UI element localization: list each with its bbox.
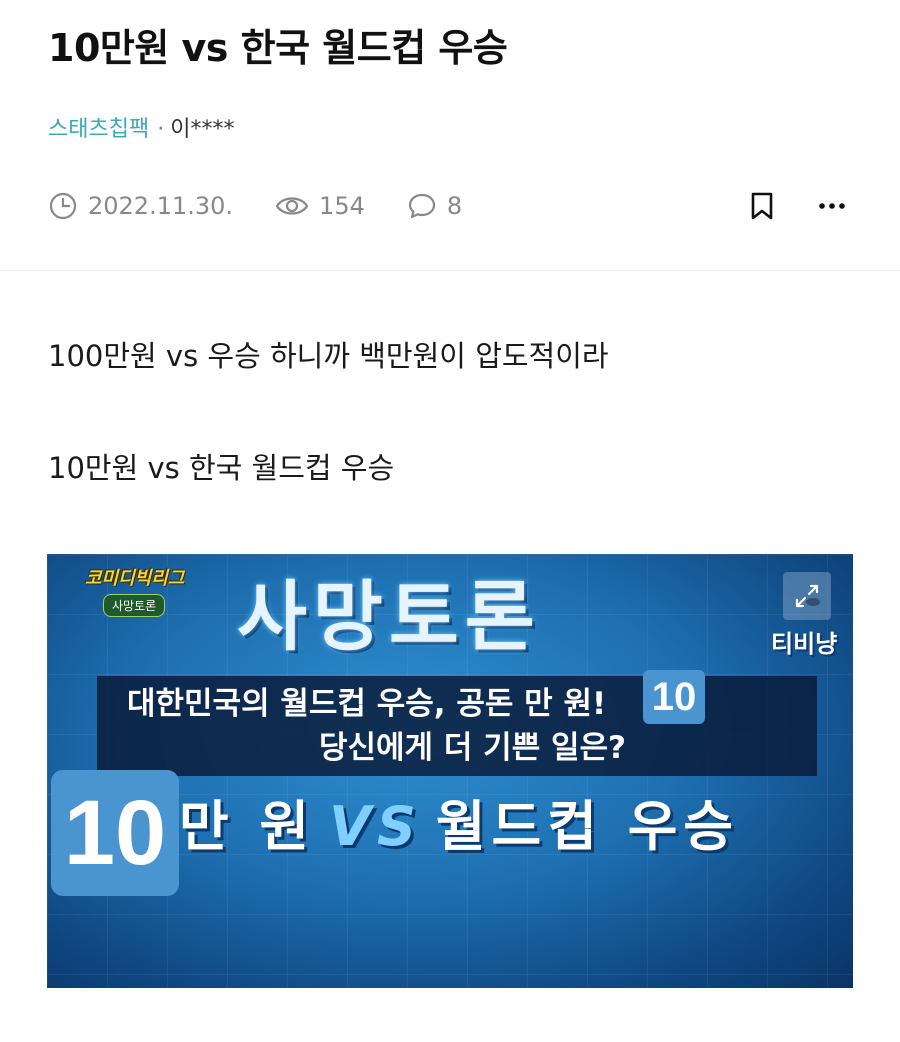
comment-count: 8 — [446, 192, 463, 220]
post-actions — [712, 186, 852, 226]
post-date: 2022.11.30. — [88, 192, 234, 220]
date-stat: 2022.11.30. — [48, 191, 233, 221]
views-stat: 154 — [275, 191, 365, 221]
post-title: 10만원 vs 한국 월드컵 우승 — [48, 26, 508, 70]
show-segment-text: 사망토론 — [103, 594, 166, 617]
header-divider — [0, 270, 900, 271]
bookmark-button[interactable] — [742, 186, 782, 226]
eye-icon — [275, 197, 309, 215]
channel-logo: 티비냥 — [771, 572, 843, 668]
bookmark-icon — [751, 192, 773, 220]
image-heading: 사망토론 — [237, 572, 541, 661]
more-icon — [819, 203, 845, 209]
post-header: 10만원 vs 한국 월드컵 우승 스태츠칩팩 · 이**** 2022.11.30… — [0, 0, 900, 270]
option-right: 월드컵 우승 — [435, 795, 740, 858]
post-meta: 스태츠칩팩 · 이**** — [48, 112, 234, 148]
comment-icon — [408, 193, 435, 219]
option-left: 만 원 — [179, 795, 316, 858]
view-count: 154 — [319, 192, 365, 220]
subtitle-box: 대한민국의 월드컵 우승, 공돈 만 원! 당신에게 더 기쁜 일은? — [97, 676, 817, 776]
show-logo-text: 코미디빅리그 — [85, 568, 185, 589]
author-name[interactable]: 이**** — [170, 117, 234, 142]
comments-stat[interactable]: 8 — [407, 191, 462, 221]
versus-line: 만 원 VS 월드컵 우승 — [179, 792, 739, 862]
expand-icon[interactable] — [783, 572, 831, 620]
post-paragraph: 100만원 vs 우승 하니까 백만원이 압도적이라 — [48, 339, 609, 373]
subtitle-line-2: 당신에게 더 기쁜 일은? — [319, 730, 627, 766]
board-link[interactable]: 스태츠칩팩 — [48, 117, 149, 142]
clock-icon — [49, 192, 77, 220]
post-stats: 2022.11.30. 154 8 — [48, 186, 504, 226]
subtitle-line-1: 대한민국의 월드컵 우승, 공돈 만 원! — [127, 686, 607, 722]
big-number-badge: 10 — [51, 770, 179, 896]
meta-separator: · — [157, 117, 165, 142]
show-logo: 코미디빅리그 사망토론 — [85, 564, 195, 620]
post-paragraph: 10만원 vs 한국 월드컵 우승 — [48, 451, 395, 485]
small-number-badge: 10 — [643, 670, 705, 724]
channel-name: 티비냥 — [771, 630, 838, 658]
post-image[interactable]: 코미디빅리그 사망토론 사망토론 티비냥 대한민국의 월드컵 우승, 공돈 만 … — [47, 554, 853, 988]
more-button[interactable] — [812, 186, 852, 226]
versus-text: VS — [329, 795, 422, 858]
